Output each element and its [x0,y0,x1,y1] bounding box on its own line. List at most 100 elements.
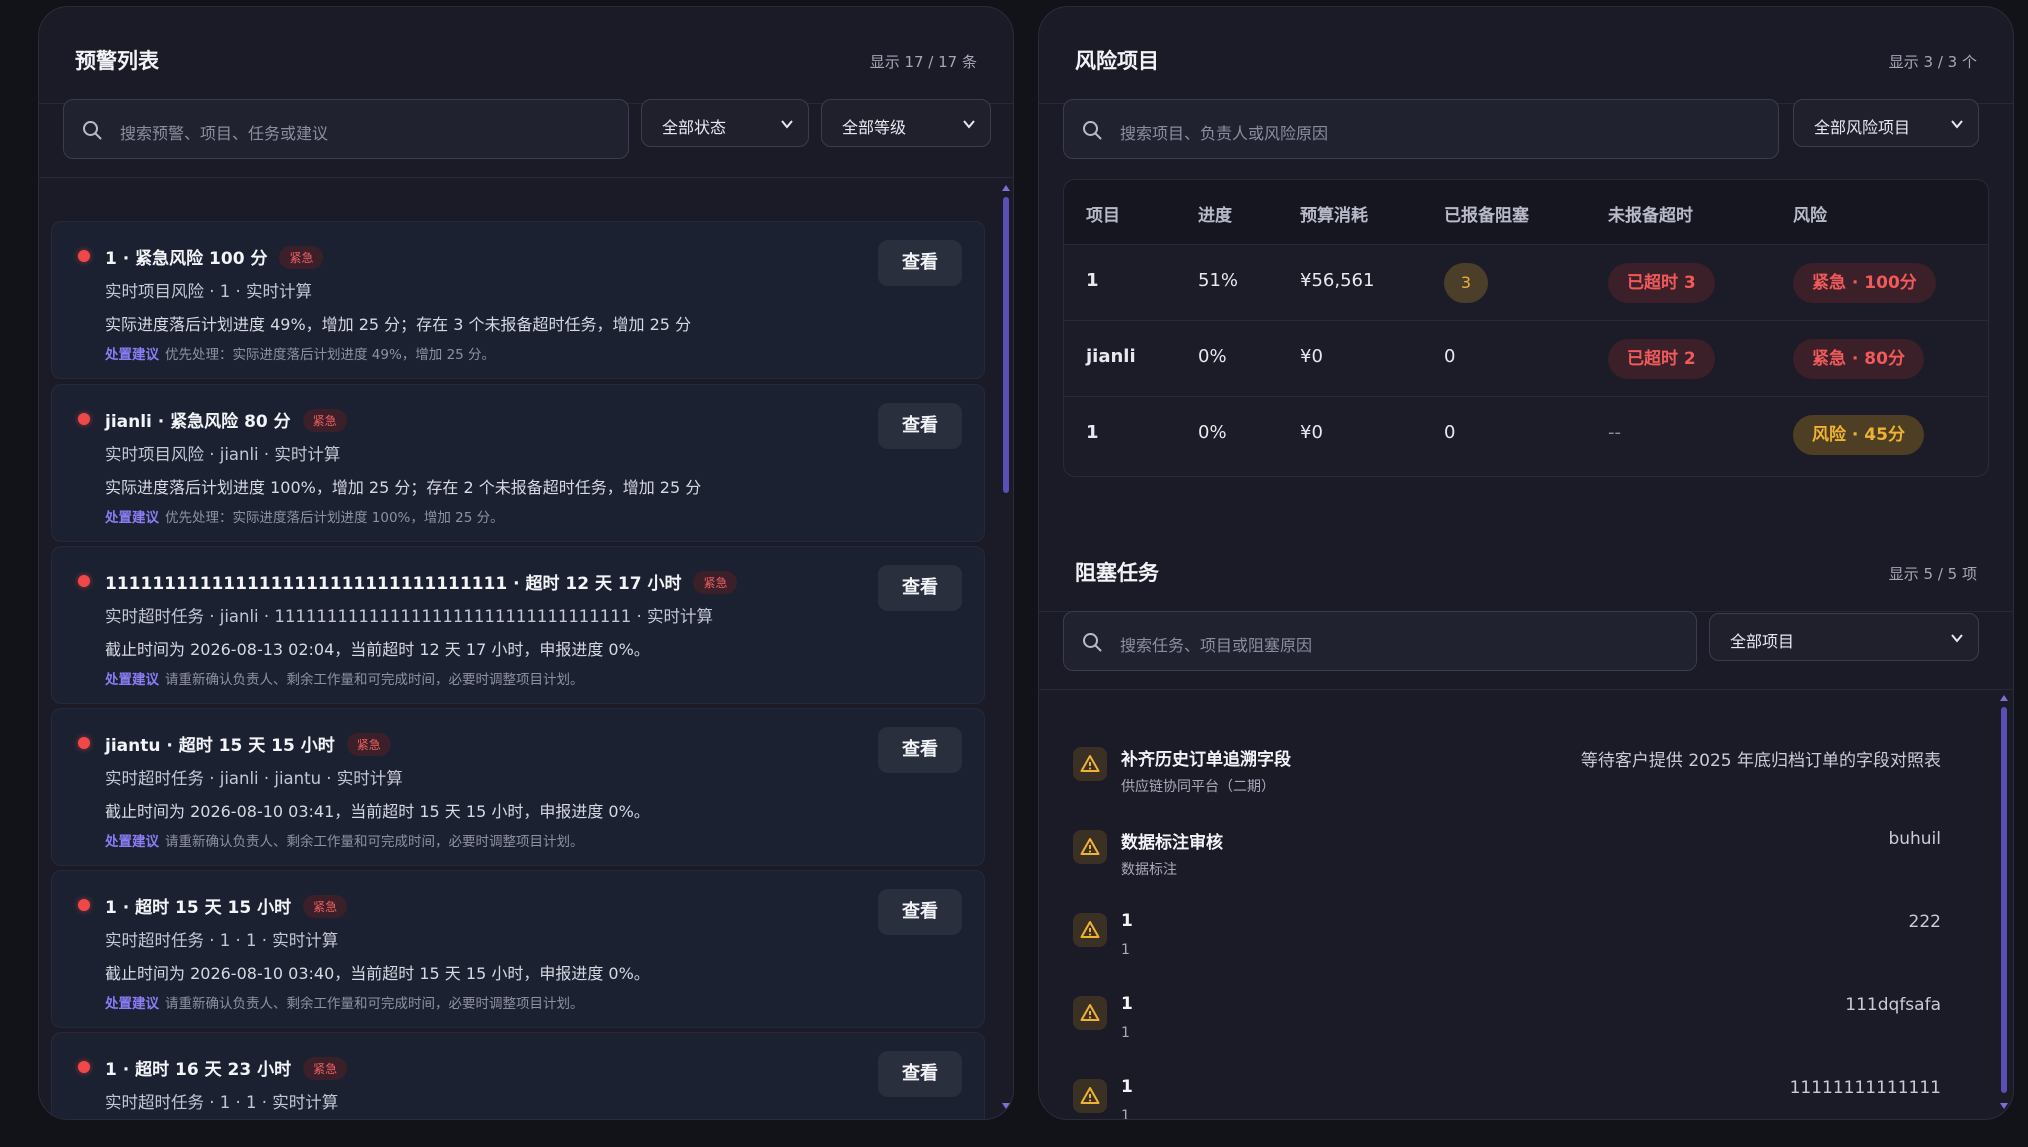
alerts-panel: 预警列表 显示 17 / 17 条 搜索预警、项目、任务或建议 全部状态 全部等… [38,6,1014,1120]
alert-suggestion: 处置建议 优先处理：实际进度落后计划进度 49%，增加 25 分。 [105,347,496,363]
scroll-up-arrow-icon[interactable] [1002,185,1010,191]
alerts-title: 预警列表 [75,49,159,73]
risk-search-input[interactable]: 搜索项目、负责人或风险原因 [1063,99,1779,159]
progress-cell: 0% [1198,346,1227,367]
alert-item: 1111111111111111111111111111111111 · 超时 … [51,546,985,704]
scroll-down-arrow-icon[interactable] [2000,1103,2008,1109]
budget-cell: ¥56,561 [1300,270,1375,291]
view-button[interactable]: 查看 [878,403,962,449]
blocked-search-input[interactable]: 搜索任务、项目或阻塞原因 [1063,611,1697,671]
task-project: 数据标注 [1121,862,1177,878]
task-name: 数据标注审核 [1121,833,1223,853]
blocked-task-list: 补齐历史订单追溯字段 供应链协同平台（二期） 等待客户提供 2025 年底归档订… [1039,699,1999,1119]
view-button[interactable]: 查看 [878,889,962,935]
column-header: 风险 [1793,206,1827,226]
search-icon [1083,121,1102,140]
chevron-down-icon [963,120,975,129]
alert-item: 1 · 超时 16 天 23 小时 紧急 实时超时任务 · 1 · 1 · 实时计… [51,1032,985,1119]
danger-dot-icon [78,413,90,425]
blocked-task-item[interactable]: 数据标注审核 数据标注 buhuil [1039,806,1969,890]
warning-icon [1073,996,1107,1030]
status-filter-select[interactable]: 全部状态 [641,99,809,147]
table-row[interactable]: 1 0% ¥0 0 -- 风险 · 45分 [1064,396,1988,472]
urgent-badge: 紧急 [303,1057,348,1080]
alert-title: 1 · 紧急风险 100 分紧急 [105,244,324,269]
alerts-scrollbar[interactable] [1003,197,1009,493]
chevron-down-icon [1951,634,1963,643]
table-row[interactable]: 1 51% ¥56,561 3 已超时 3 紧急 · 100分 [1064,244,1988,320]
block-reason: 等待客户提供 2025 年底归档订单的字段对照表 [1580,751,1941,771]
blocked-project-filter-select[interactable]: 全部项目 [1709,613,1979,661]
alert-item: jiantu · 超时 15 天 15 小时 紧急 实时超时任务 · jianli… [51,708,985,866]
blocked-count: 显示 5 / 5 项 [1888,565,1977,583]
column-header: 已报备阻塞 [1444,206,1529,226]
status-filter-value: 全部状态 [662,118,727,137]
table-row[interactable]: jianli 0% ¥0 0 已超时 2 紧急 · 80分 [1064,320,1988,396]
budget-cell: ¥0 [1300,422,1323,443]
table-header: 项目 进度 预算消耗 已报备阻塞 未报备超时 风险 [1064,180,1988,244]
risk-count: 显示 3 / 3 个 [1888,53,1977,71]
view-button[interactable]: 查看 [878,565,962,611]
alert-meta: 实时超时任务 · 1 · 1 · 实时计算 [105,931,339,950]
scroll-down-arrow-icon[interactable] [1002,1103,1010,1109]
danger-dot-icon [78,575,90,587]
risk-badge: 紧急 · 80分 [1793,339,1924,379]
alert-meta: 实时超时任务 · jianli · 1111111111111111111111… [105,607,714,626]
blocked-task-item[interactable]: 1 1 222 [1039,889,1969,973]
task-project: 供应链协同平台（二期） [1121,779,1275,795]
task-name: 补齐历史订单追溯字段 [1121,750,1291,770]
risk-filter-value: 全部风险项目 [1814,118,1911,137]
blocked-task-item[interactable]: 1 1 111dqfsafa [1039,972,1969,1056]
divider [1039,689,2013,690]
urgent-badge: 紧急 [279,246,324,269]
danger-dot-icon [78,1061,90,1073]
view-button[interactable]: 查看 [878,1051,962,1097]
risk-title: 风险项目 [1075,49,1159,73]
alert-suggestion: 处置建议 请重新确认负责人、剩余工作量和可完成时间，必要时调整项目计划。 [105,672,584,688]
view-button[interactable]: 查看 [878,240,962,286]
urgent-badge: 紧急 [302,409,347,432]
task-name: 1 [1121,994,1133,1014]
alert-title: jiantu · 超时 15 天 15 小时 紧急 [105,731,391,756]
alert-title: 1 · 超时 16 天 23 小时 紧急 [105,1055,348,1080]
alert-meta: 实时项目风险 · 1 · 实时计算 [105,282,312,301]
blocked-task-item[interactable]: 补齐历史订单追溯字段 供应链协同平台（二期） 等待客户提供 2025 年底归档订… [1039,723,1969,807]
search-placeholder: 搜索项目、负责人或风险原因 [1120,124,1329,143]
project-cell: jianli [1086,346,1136,367]
overdue-cell: -- [1608,422,1621,443]
view-button[interactable]: 查看 [878,727,962,773]
alert-detail: 截止时间为 2026-08-10 03:41，当前超时 15 天 15 小时，申… [105,802,650,821]
alert-meta: 实时超时任务 · 1 · 1 · 实时计算 [105,1093,339,1112]
blocked-task-item[interactable]: 1 1 11111111111111 [1039,1055,1969,1119]
alert-detail: 截止时间为 2026-08-13 02:04，当前超时 12 天 17 小时，申… [105,640,650,659]
alert-item: 1 · 超时 15 天 15 小时 紧急 实时超时任务 · 1 · 1 · 实时计… [51,870,985,1028]
scroll-up-arrow-icon[interactable] [2000,695,2008,701]
search-icon [83,121,102,140]
blocked-count-cell: 0 [1444,422,1456,443]
alert-title: 1111111111111111111111111111111111 · 超时 … [105,569,738,594]
blocked-scrollbar[interactable] [2001,707,2007,1093]
project-cell: 1 [1086,270,1099,291]
alert-item: 1 · 紧急风险 100 分紧急 实时项目风险 · 1 · 实时计算 实际进度落… [51,221,985,379]
alert-suggestion: 处置建议 请重新确认负责人、剩余工作量和可完成时间，必要时调整项目计划。 [105,834,584,850]
warning-icon [1073,830,1107,864]
chevron-down-icon [781,120,793,129]
risk-table: 项目 进度 预算消耗 已报备阻塞 未报备超时 风险 1 51% ¥56,561 … [1063,179,1989,477]
level-filter-select[interactable]: 全部等级 [821,99,991,147]
divider [39,177,1013,178]
alert-title: jianli · 紧急风险 80 分紧急 [105,407,347,432]
risk-filter-select[interactable]: 全部风险项目 [1793,99,1979,147]
task-name: 1 [1121,911,1133,931]
alert-meta: 实时项目风险 · jianli · 实时计算 [105,445,341,464]
task-project: 1 [1121,1025,1130,1041]
block-reason: 11111111111111 [1789,1078,1941,1098]
risk-badge: 风险 · 45分 [1793,415,1924,455]
budget-cell: ¥0 [1300,346,1323,367]
column-header: 进度 [1198,206,1232,226]
alert-suggestion: 处置建议 请重新确认负责人、剩余工作量和可完成时间，必要时调整项目计划。 [105,996,584,1012]
alert-detail: 实际进度落后计划进度 49%，增加 25 分；存在 3 个未报备超时任务，增加 … [105,315,692,334]
alert-title: 1 · 超时 15 天 15 小时 紧急 [105,893,348,918]
alert-item: jianli · 紧急风险 80 分紧急 实时项目风险 · jianli · 实… [51,384,985,542]
urgent-badge: 紧急 [693,571,738,594]
alerts-search-input[interactable]: 搜索预警、项目、任务或建议 [63,99,629,159]
